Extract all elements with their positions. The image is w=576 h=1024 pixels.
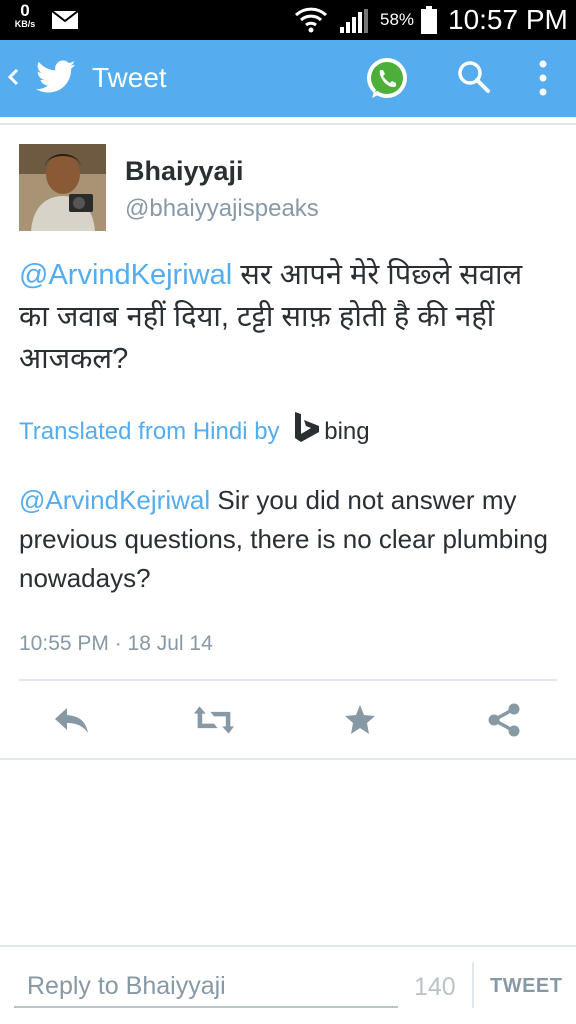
network-speed-value: 0 xyxy=(20,1,30,20)
divider xyxy=(0,123,576,125)
back-chevron-icon[interactable] xyxy=(6,62,20,97)
search-icon[interactable] xyxy=(456,59,492,100)
translator-name: bing xyxy=(324,417,370,445)
display-name[interactable]: Bhaiyyaji xyxy=(125,156,244,187)
status-bar: 0 KB/s 58% 10:57 PM xyxy=(0,0,576,40)
character-count: 140 xyxy=(414,973,456,1001)
divider xyxy=(0,758,576,760)
translation-mention-link[interactable]: @ArvindKejriwal xyxy=(19,485,210,515)
reply-icon[interactable] xyxy=(52,700,92,740)
divider xyxy=(472,962,474,1008)
tweet-timestamp: 10:55 PM · 18 Jul 14 xyxy=(19,632,213,655)
overflow-menu-icon[interactable] xyxy=(538,59,548,102)
wifi-icon xyxy=(294,5,328,38)
tweet-text: @ArvindKejriwal सर आपने मेरे पिछ्ले सवाल… xyxy=(19,254,554,380)
share-icon[interactable] xyxy=(484,700,524,740)
battery-percent: 58% xyxy=(380,10,415,29)
bing-logo-icon xyxy=(294,412,320,449)
network-speed-unit: KB/s xyxy=(14,19,36,29)
translated-label: Translated from Hindi by xyxy=(19,417,280,445)
twitter-bird-icon[interactable] xyxy=(36,60,76,99)
divider xyxy=(0,945,576,947)
retweet-icon[interactable] xyxy=(194,700,234,740)
tweet-button[interactable]: TWEET xyxy=(490,975,563,998)
translated-text: @ArvindKejriwal Sir you did not answer m… xyxy=(19,481,559,598)
translation-attribution[interactable]: Translated from Hindi by bing xyxy=(19,412,370,446)
clock: 10:57 PM xyxy=(448,4,568,35)
user-handle[interactable]: @bhaiyyajispeaks xyxy=(125,195,319,223)
favorite-icon[interactable] xyxy=(340,700,380,740)
app-bar: Tweet xyxy=(0,40,576,117)
network-speed: 0 KB/s xyxy=(10,2,40,29)
whatsapp-icon[interactable] xyxy=(362,54,412,109)
signal-icon xyxy=(340,9,368,38)
mail-icon xyxy=(51,10,79,34)
app-bar-title: Tweet xyxy=(92,62,167,93)
battery-icon xyxy=(421,6,437,39)
divider xyxy=(19,679,557,681)
reply-input[interactable] xyxy=(14,966,398,1008)
avatar[interactable] xyxy=(19,144,106,231)
mention-link[interactable]: @ArvindKejriwal xyxy=(19,259,232,291)
